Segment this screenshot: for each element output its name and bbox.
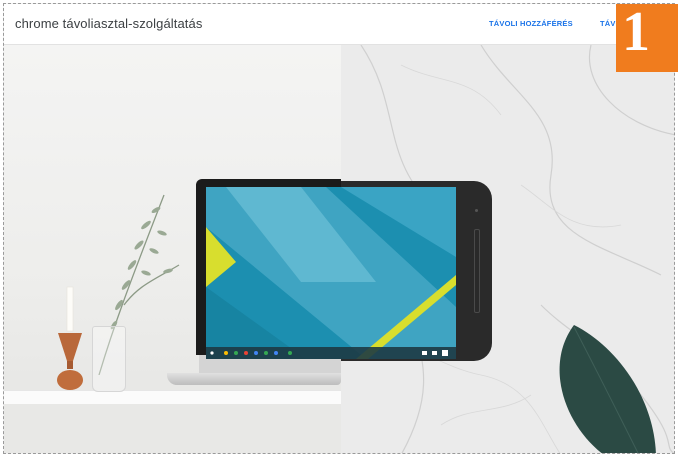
nav-link-remote-access[interactable]: TÁVOLI HOZZÁFÉRÉS [489, 19, 573, 28]
candle-icon [57, 286, 83, 390]
glass-vase [92, 326, 126, 392]
step-number: 1 [622, 1, 650, 63]
leaf-icon [559, 325, 656, 453]
hero-image [4, 44, 674, 453]
top-bar: chrome távoliasztal-szolgáltatás TÁVOLI … [4, 4, 674, 45]
page-frame: chrome távoliasztal-szolgáltatás TÁVOLI … [3, 3, 675, 454]
app-title[interactable]: chrome távoliasztal-szolgáltatás [15, 16, 202, 31]
step-number-badge: 1 [616, 1, 678, 72]
desktop-wallpaper [206, 187, 456, 359]
table-front [4, 404, 341, 453]
